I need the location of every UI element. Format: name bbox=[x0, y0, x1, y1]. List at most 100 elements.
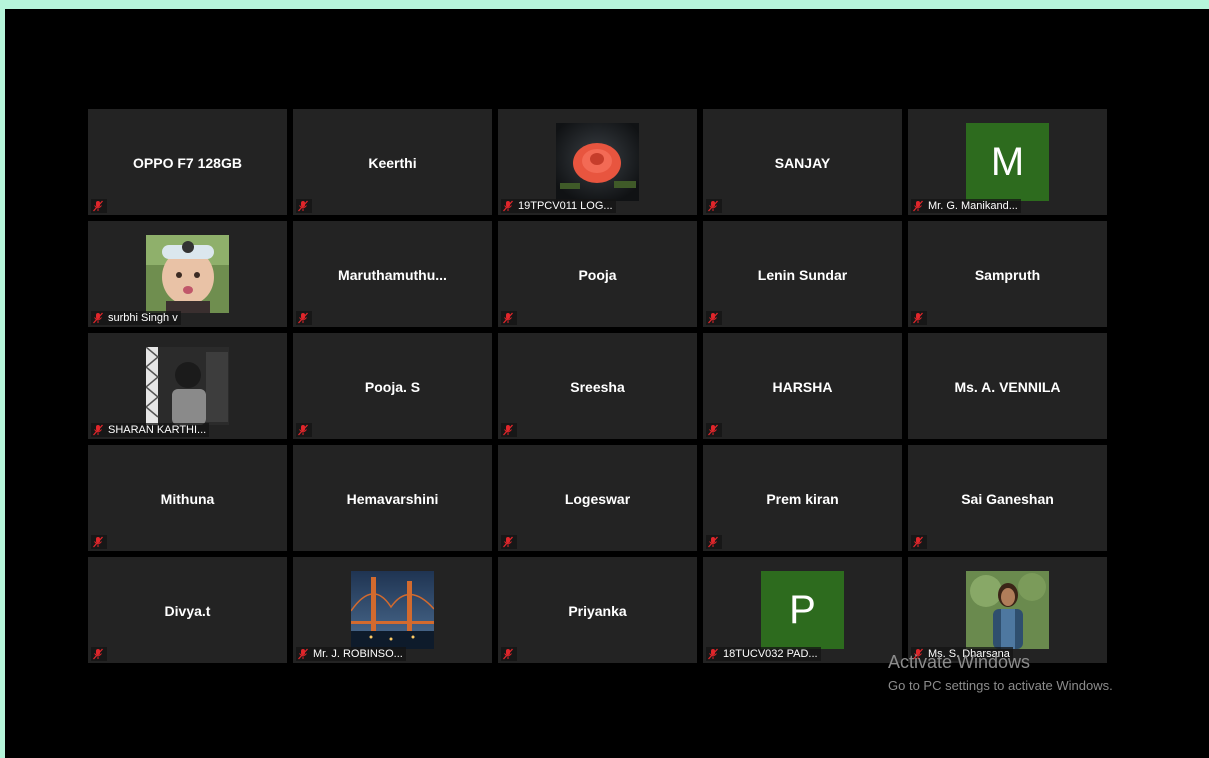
participant-footer bbox=[501, 423, 517, 437]
participant-name: Divya.t bbox=[164, 603, 211, 619]
participant-tile[interactable]: 19TPCV011 LOG... bbox=[498, 109, 697, 215]
participant-footer bbox=[91, 647, 107, 661]
participant-name: SANJAY bbox=[774, 155, 831, 171]
participant-tile[interactable]: Prem kiran bbox=[703, 445, 902, 551]
participant-footer: surbhi Singh v bbox=[91, 311, 181, 325]
participant-name: Logeswar bbox=[564, 491, 631, 507]
participant-footer bbox=[296, 423, 312, 437]
woman-photo bbox=[966, 571, 1049, 649]
baby-photo bbox=[146, 235, 229, 313]
mic-muted-icon bbox=[92, 648, 104, 660]
participant-tile[interactable]: Pooja bbox=[498, 221, 697, 327]
participant-name: Prem kiran bbox=[766, 491, 839, 507]
gallery-grid: OPPO F7 128GB Keerthi 19TPCV011 LOG... SANJ… bbox=[88, 109, 1107, 663]
participant-footer bbox=[91, 535, 107, 549]
mic-muted-icon bbox=[92, 200, 104, 212]
meeting-window: OPPO F7 128GB Keerthi 19TPCV011 LOG... SANJ… bbox=[5, 9, 1209, 758]
participant-name: Maruthamuthu... bbox=[338, 267, 447, 283]
participant-tile[interactable]: Ms. S. Dharsana bbox=[908, 557, 1107, 663]
participant-tile[interactable]: SANJAY bbox=[703, 109, 902, 215]
participant-footer bbox=[501, 647, 517, 661]
mic-muted-icon bbox=[297, 312, 309, 324]
bridge-photo bbox=[351, 571, 434, 649]
participant-tile[interactable]: Keerthi bbox=[293, 109, 492, 215]
participant-label: SHARAN KARTHI... bbox=[108, 424, 207, 436]
mic-muted-icon bbox=[502, 536, 514, 548]
participant-tile[interactable]: Divya.t bbox=[88, 557, 287, 663]
participant-footer bbox=[91, 199, 107, 213]
participant-tile[interactable]: Sreesha bbox=[498, 333, 697, 439]
participant-tile[interactable]: SHARAN KARTHI... bbox=[88, 333, 287, 439]
participant-footer: Mr. G. Manikand... bbox=[911, 199, 1021, 213]
participant-tile[interactable]: OPPO F7 128GB bbox=[88, 109, 287, 215]
participant-label: Mr. G. Manikand... bbox=[928, 200, 1018, 212]
participant-label: surbhi Singh v bbox=[108, 312, 178, 324]
participant-footer bbox=[706, 535, 722, 549]
mic-muted-icon bbox=[707, 200, 719, 212]
mic-muted-icon bbox=[912, 536, 924, 548]
participant-footer bbox=[296, 199, 312, 213]
participant-footer bbox=[706, 311, 722, 325]
mic-muted-icon bbox=[502, 424, 514, 436]
participant-name: OPPO F7 128GB bbox=[133, 155, 242, 171]
participant-footer bbox=[911, 311, 927, 325]
participant-tile[interactable]: Mr. J. ROBINSO... bbox=[293, 557, 492, 663]
participant-name: Lenin Sundar bbox=[757, 267, 848, 283]
mic-muted-icon bbox=[92, 424, 104, 436]
participant-footer: Mr. J. ROBINSO... bbox=[296, 647, 406, 661]
mic-muted-icon bbox=[297, 200, 309, 212]
participant-tile[interactable]: Logeswar bbox=[498, 445, 697, 551]
mic-muted-icon bbox=[707, 312, 719, 324]
participant-name: HARSHA bbox=[772, 379, 833, 395]
mic-muted-icon bbox=[92, 312, 104, 324]
participant-name: Sreesha bbox=[570, 379, 625, 395]
participant-name: Ms. A. VENNILA bbox=[954, 379, 1061, 395]
watermark-subtitle: Go to PC settings to activate Windows. bbox=[888, 678, 1113, 693]
participant-name: Sai Ganeshan bbox=[961, 491, 1054, 507]
participant-tile[interactable]: HARSHA bbox=[703, 333, 902, 439]
participant-footer: 19TPCV011 LOG... bbox=[501, 199, 616, 213]
mic-muted-icon bbox=[707, 648, 719, 660]
participant-footer bbox=[706, 199, 722, 213]
participant-footer bbox=[911, 535, 927, 549]
participant-name: Keerthi bbox=[368, 155, 417, 171]
participant-footer bbox=[706, 423, 722, 437]
participant-tile[interactable]: Pooja. S bbox=[293, 333, 492, 439]
participant-label: Mr. J. ROBINSO... bbox=[313, 648, 403, 660]
mic-muted-icon bbox=[502, 312, 514, 324]
participant-name: Priyanka bbox=[568, 603, 627, 619]
participant-tile[interactable]: M Mr. G. Manikand... bbox=[908, 109, 1107, 215]
participant-name: Sampruth bbox=[974, 267, 1041, 283]
participant-footer: 18TUCV032 PAD... bbox=[706, 647, 821, 661]
participant-footer bbox=[501, 535, 517, 549]
mic-muted-icon bbox=[502, 200, 514, 212]
participant-footer: SHARAN KARTHI... bbox=[91, 423, 210, 437]
participant-tile[interactable]: Mithuna bbox=[88, 445, 287, 551]
mic-muted-icon bbox=[707, 536, 719, 548]
avatar: M bbox=[966, 123, 1049, 201]
mic-muted-icon bbox=[92, 536, 104, 548]
participant-tile[interactable]: Priyanka bbox=[498, 557, 697, 663]
participant-footer bbox=[296, 311, 312, 325]
participant-tile[interactable]: Hemavarshini bbox=[293, 445, 492, 551]
participant-label: 19TPCV011 LOG... bbox=[518, 200, 613, 212]
rose-photo bbox=[556, 123, 639, 201]
participant-tile[interactable]: Sampruth bbox=[908, 221, 1107, 327]
mic-muted-icon bbox=[502, 648, 514, 660]
participant-tile[interactable]: Lenin Sundar bbox=[703, 221, 902, 327]
participant-tile[interactable]: P 18TUCV032 PAD... bbox=[703, 557, 902, 663]
participant-name: Pooja. S bbox=[364, 379, 421, 395]
participant-tile[interactable]: Maruthamuthu... bbox=[293, 221, 492, 327]
avatar: P bbox=[761, 571, 844, 649]
watermark-title: Activate Windows bbox=[888, 652, 1031, 672]
bw-photo bbox=[146, 347, 229, 425]
participant-tile[interactable]: Ms. A. VENNILA bbox=[908, 333, 1107, 439]
participant-tile[interactable]: Sai Ganeshan bbox=[908, 445, 1107, 551]
participant-name: Hemavarshini bbox=[346, 491, 439, 507]
mic-muted-icon bbox=[912, 200, 924, 212]
participant-tile[interactable]: surbhi Singh v bbox=[88, 221, 287, 327]
participant-label: 18TUCV032 PAD... bbox=[723, 648, 818, 660]
participant-name: Mithuna bbox=[160, 491, 215, 507]
mic-muted-icon bbox=[297, 424, 309, 436]
mic-muted-icon bbox=[912, 312, 924, 324]
